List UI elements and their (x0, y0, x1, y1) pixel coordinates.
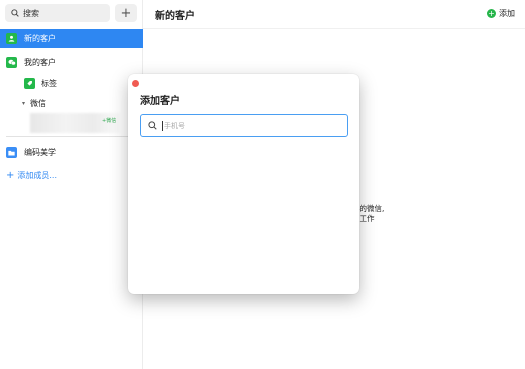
sidebar-item-tags[interactable]: 标签 (24, 76, 57, 90)
wechat-group[interactable]: ▾ 微信 (22, 97, 46, 109)
page-title: 新的客户 (155, 11, 195, 22)
sidebar-item-label: 新的客户 (24, 34, 56, 43)
sidebar-item-my-customers[interactable]: 我的客户 (0, 53, 143, 72)
contact-tag: +微信 (102, 118, 117, 124)
search-input[interactable]: 搜索 (5, 4, 110, 22)
plus-icon: + (120, 5, 132, 21)
close-icon[interactable] (132, 80, 139, 87)
add-member-link[interactable]: + 添加成员... (6, 170, 57, 181)
phone-input[interactable] (164, 118, 334, 133)
text-cursor (162, 120, 163, 131)
add-button[interactable]: + (115, 4, 137, 22)
search-placeholder: 搜索 (23, 8, 39, 18)
search-row: 搜索 + (5, 4, 138, 22)
my-customers-icon (6, 57, 17, 68)
plus-icon: + (6, 170, 15, 181)
sidebar-item-group[interactable]: 编码美学 (0, 143, 143, 162)
folder-icon (6, 147, 17, 158)
add-member-label: 添加成员... (17, 171, 58, 180)
search-icon (148, 121, 157, 130)
plus-circle-icon: + (487, 8, 496, 18)
search-icon (11, 9, 19, 17)
phone-search-field[interactable] (140, 114, 348, 137)
sidebar: 搜索 + 新的客户 我的客户 标签 ▾ 微信 +微信 编码美学 + 添加成员..… (0, 0, 143, 369)
add-customer-button[interactable]: + 添加 (487, 8, 515, 19)
tag-icon (24, 77, 35, 89)
divider (6, 136, 137, 137)
dialog-title: 添加客户 (140, 96, 180, 107)
sidebar-item-new-customers[interactable]: 新的客户 (0, 29, 143, 48)
sidebar-item-label: 我的客户 (24, 58, 56, 67)
app-window: 搜索 + 新的客户 我的客户 标签 ▾ 微信 +微信 编码美学 + 添加成员..… (0, 0, 525, 369)
sidebar-item-label: 标签 (41, 78, 57, 88)
add-label: 添加 (499, 9, 515, 18)
add-customer-dialog: 添加客户 (128, 74, 359, 294)
caret-down-icon: ▾ (22, 99, 26, 107)
sidebar-item-label: 编码美学 (24, 148, 56, 157)
new-customer-icon (6, 33, 17, 44)
wechat-group-label: 微信 (30, 98, 47, 108)
header-divider (143, 28, 525, 29)
